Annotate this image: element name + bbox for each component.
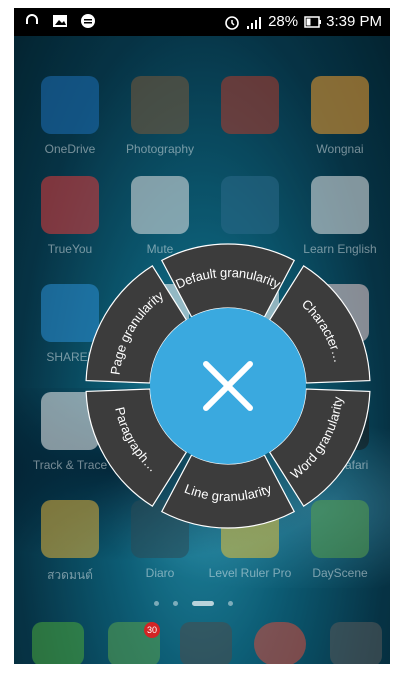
close-button[interactable] [150,308,306,464]
phone-screen: 28% 3:39 PM OneDrive Photography Wongnai Tr… [14,8,390,664]
close-icon [203,361,253,411]
